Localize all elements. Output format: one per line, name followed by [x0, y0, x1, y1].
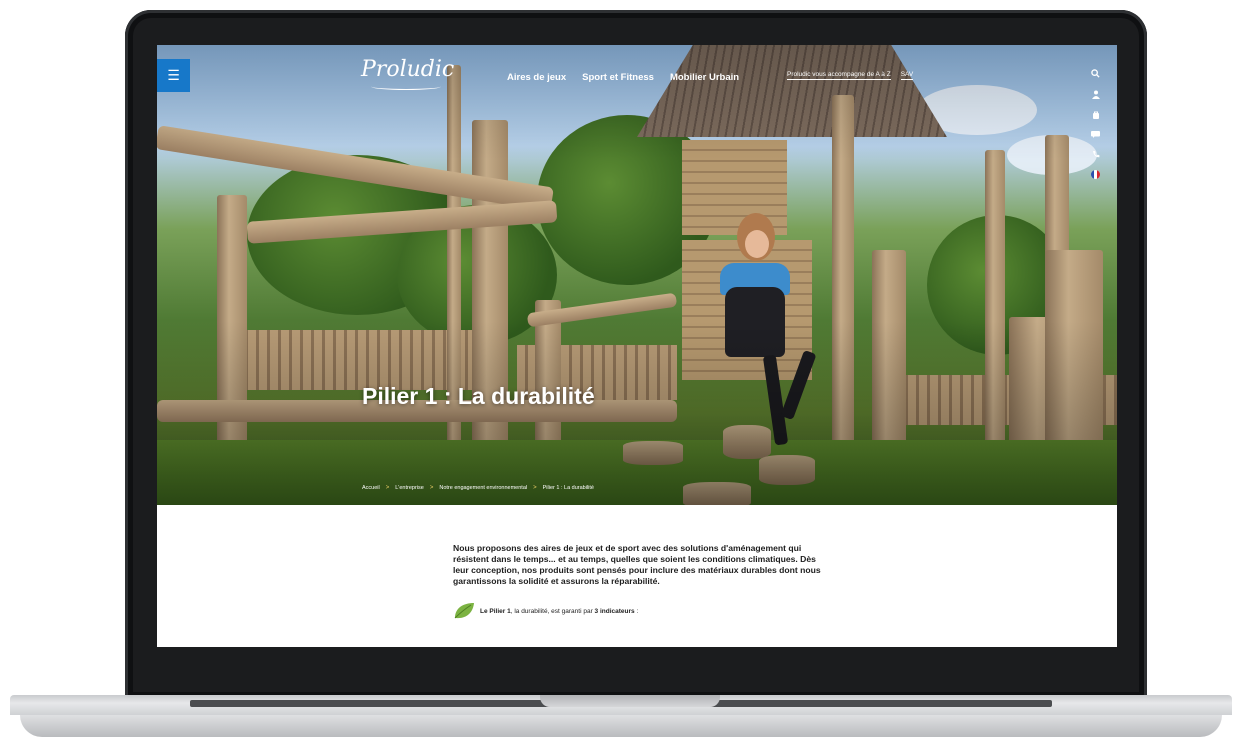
- logo-swoosh: [371, 83, 441, 90]
- breadcrumb-separator: >: [533, 485, 537, 491]
- user-icon[interactable]: [1091, 90, 1100, 99]
- flag-fr-icon[interactable]: [1091, 170, 1100, 179]
- breadcrumb-separator: >: [385, 485, 390, 491]
- breadcrumb-separator: >: [429, 485, 434, 491]
- nav-link-accompagne[interactable]: Proludic vous accompagne de A à Z: [787, 71, 891, 80]
- nav-item-sport-fitness[interactable]: Sport et Fitness: [582, 72, 654, 83]
- laptop-base-bottom: [20, 715, 1222, 737]
- breadcrumb-item-home[interactable]: Accueil: [362, 485, 380, 491]
- intro-paragraph: Nous proposons des aires de jeux et de s…: [453, 543, 821, 586]
- laptop-base: [10, 695, 1232, 740]
- pillar-middle: , la durabilité, est garanti par: [510, 607, 595, 615]
- breadcrumb-item-entreprise[interactable]: L'entreprise: [395, 485, 424, 491]
- pillar-end: :: [634, 607, 639, 615]
- nav-item-aires-de-jeux[interactable]: Aires de jeux: [507, 72, 566, 83]
- screen: ☰ Proludic Aires de jeux Sport et Fitnes…: [157, 45, 1117, 647]
- page-title: Pilier 1 : La durabilité: [362, 383, 595, 409]
- search-icon[interactable]: [1091, 69, 1100, 78]
- laptop-notch: [540, 695, 720, 707]
- breadcrumb: Accueil > L'entreprise > Notre engagemen…: [362, 485, 594, 491]
- nav-item-mobilier-urbain[interactable]: Mobilier Urbain: [670, 72, 739, 83]
- phone-icon[interactable]: [1092, 150, 1100, 158]
- hamburger-icon: ☰: [167, 67, 180, 84]
- cart-icon[interactable]: [1092, 111, 1100, 119]
- breadcrumb-item-current: Pilier 1 : La durabilité: [542, 485, 594, 491]
- hero-image: [157, 45, 1117, 505]
- pillar-count: 3 indicateurs: [594, 607, 635, 615]
- side-icon-bar: [1091, 69, 1100, 179]
- leaf-icon: [454, 603, 474, 619]
- hero-overlay: [157, 45, 1117, 505]
- pillar-strong: Le Pilier 1: [480, 607, 511, 615]
- nav-link-sav[interactable]: SAV: [900, 71, 914, 80]
- pillar-text: Le Pilier 1, la durabilité, est garanti …: [480, 608, 638, 615]
- main-nav: Aires de jeux Sport et Fitness Mobilier …: [507, 72, 739, 83]
- chat-icon[interactable]: [1091, 131, 1100, 138]
- pillar-line: Le Pilier 1, la durabilité, est garanti …: [453, 602, 638, 620]
- breadcrumb-item-engagement[interactable]: Notre engagement environnemental: [439, 485, 527, 491]
- secondary-nav: Proludic vous accompagne de A à Z SAV: [787, 71, 914, 80]
- logo[interactable]: Proludic: [361, 57, 454, 82]
- menu-button[interactable]: ☰: [157, 59, 190, 92]
